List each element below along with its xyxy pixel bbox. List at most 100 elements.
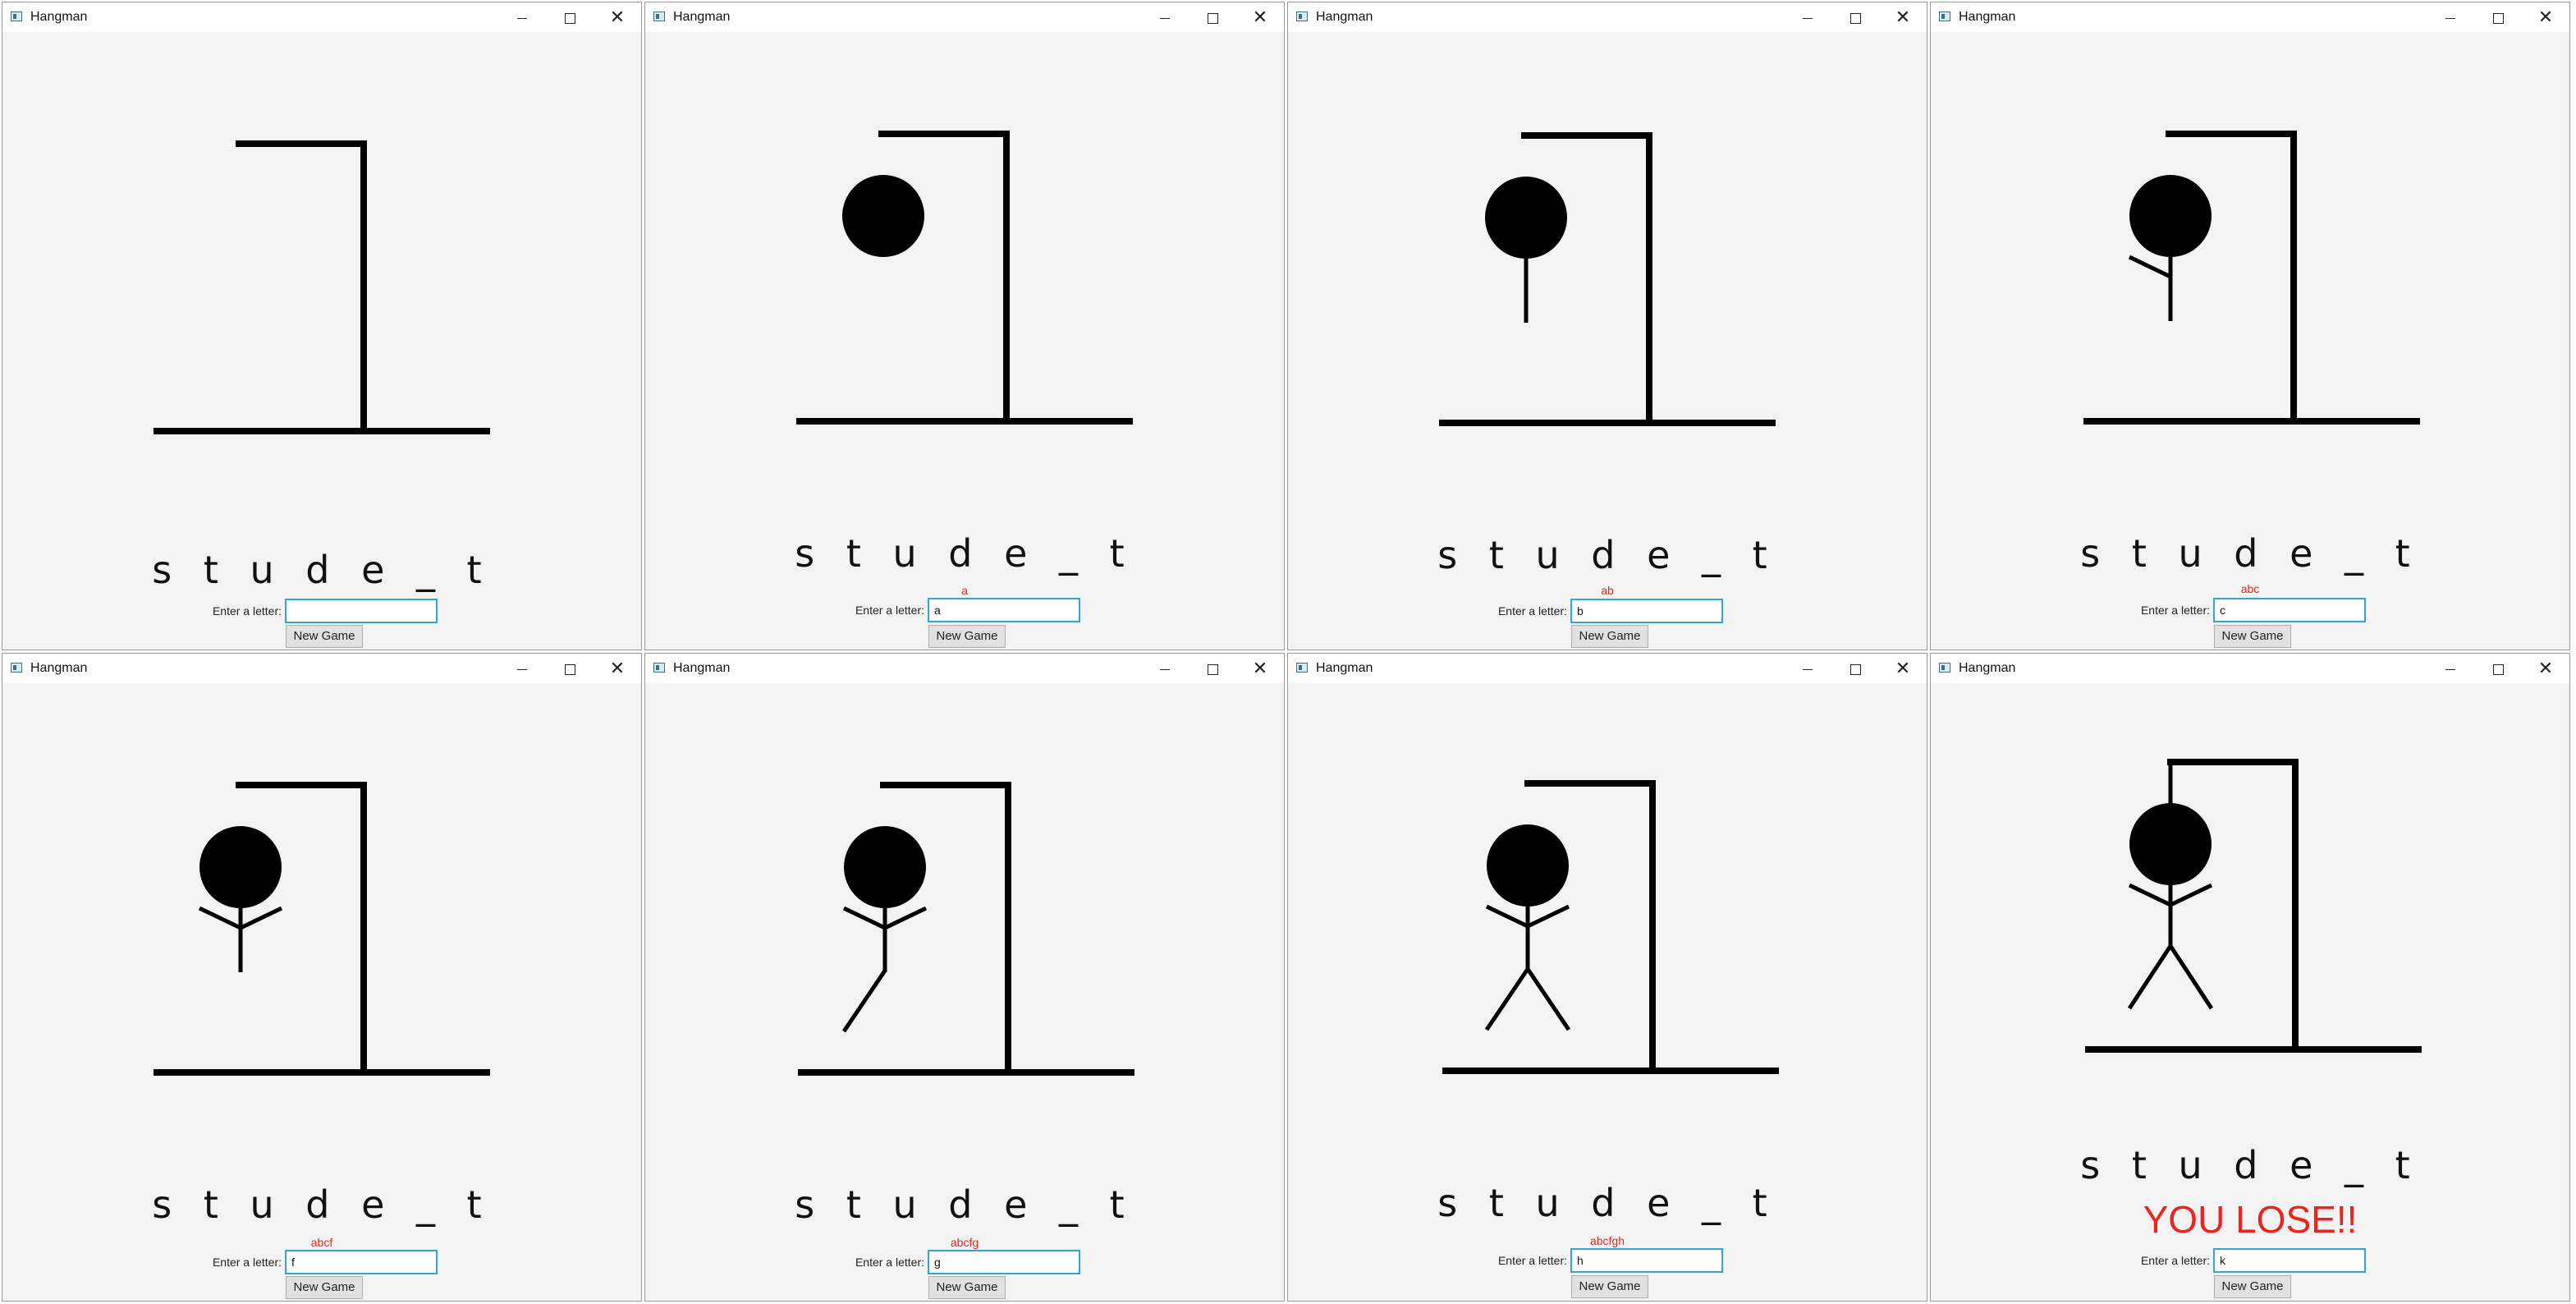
title-bar[interactable]: Hangman ✕ bbox=[2, 654, 641, 683]
window-title: Hangman bbox=[1316, 10, 1373, 24]
close-icon[interactable]: ✕ bbox=[1879, 654, 1927, 683]
title-bar[interactable]: Hangman ✕ bbox=[2, 2, 641, 32]
new-game-button[interactable]: New Game bbox=[928, 1276, 1006, 1299]
new-game-button[interactable]: New Game bbox=[286, 625, 363, 648]
new-game-button[interactable]: New Game bbox=[2214, 625, 2291, 648]
hangman-app-icon bbox=[11, 663, 22, 673]
new-game-button[interactable]: New Game bbox=[2214, 1275, 2291, 1298]
enter-letter-label: Enter a letter: bbox=[855, 1256, 924, 1269]
close-icon[interactable]: ✕ bbox=[594, 2, 641, 32]
maximize-icon[interactable] bbox=[546, 2, 594, 32]
hangman-head bbox=[199, 826, 282, 908]
close-icon[interactable]: ✕ bbox=[2522, 2, 2569, 32]
enter-letter-label: Enter a letter: bbox=[212, 1256, 282, 1269]
guessed-letters: a bbox=[961, 584, 968, 597]
letter-input[interactable] bbox=[928, 1250, 1080, 1274]
hangman-right-leg bbox=[2168, 944, 2214, 1010]
hangman-head bbox=[1485, 177, 1567, 259]
masked-word: s t u d e _ t bbox=[1437, 533, 1777, 577]
masked-word: s t u d e _ t bbox=[795, 1182, 1134, 1227]
hangman-window-4: Hangman ✕ s t u d e _ t abc Enter a lett… bbox=[1930, 2, 2570, 650]
letter-entry-row: Enter a letter: bbox=[645, 598, 1284, 624]
letter-input[interactable] bbox=[2213, 598, 2366, 622]
minimize-icon[interactable] bbox=[498, 2, 546, 32]
hangman-app-icon bbox=[1296, 663, 1308, 673]
hangman-window-6: Hangman ✕ s t u d e _ t abcfg Enter a le… bbox=[644, 653, 1285, 1302]
letter-entry-row: Enter a letter: bbox=[1288, 599, 1927, 625]
hangman-right-arm bbox=[2169, 883, 2213, 907]
close-icon[interactable]: ✕ bbox=[1879, 2, 1927, 32]
minimize-icon[interactable] bbox=[1141, 654, 1189, 683]
hangman-drawing bbox=[2085, 759, 2422, 1053]
close-icon[interactable]: ✕ bbox=[594, 654, 641, 683]
hangman-window-1: Hangman ✕ s t u d e _ t Enter a letter: … bbox=[2, 2, 642, 650]
minimize-icon[interactable] bbox=[498, 654, 546, 683]
minimize-icon[interactable] bbox=[1141, 2, 1189, 32]
window-title: Hangman bbox=[1959, 10, 2016, 24]
title-bar[interactable]: Hangman ✕ bbox=[1931, 2, 2569, 32]
letter-entry-row: Enter a letter: bbox=[1931, 1248, 2569, 1274]
letter-input[interactable] bbox=[285, 599, 438, 623]
hangman-right-arm bbox=[239, 906, 283, 930]
title-bar[interactable]: Hangman ✕ bbox=[1931, 654, 2569, 683]
letter-entry-row: Enter a letter: bbox=[2, 1250, 641, 1276]
hangman-left-leg bbox=[1484, 967, 1530, 1031]
hangman-drawing bbox=[2083, 131, 2420, 425]
guessed-letters: abcf bbox=[310, 1236, 333, 1249]
maximize-icon[interactable] bbox=[1189, 2, 1236, 32]
hangman-head bbox=[2129, 175, 2212, 257]
new-game-button[interactable]: New Game bbox=[928, 625, 1006, 648]
title-bar[interactable]: Hangman ✕ bbox=[645, 2, 1284, 32]
new-game-button[interactable]: New Game bbox=[1571, 625, 1648, 648]
hangman-app-icon bbox=[653, 11, 665, 21]
enter-letter-label: Enter a letter: bbox=[2140, 604, 2210, 617]
letter-entry-row: Enter a letter: bbox=[645, 1250, 1284, 1276]
maximize-icon[interactable] bbox=[1189, 654, 1236, 683]
hangman-drawing bbox=[154, 782, 490, 1076]
hangman-app-icon bbox=[1939, 663, 1950, 673]
title-bar[interactable]: Hangman ✕ bbox=[645, 654, 1284, 683]
maximize-icon[interactable] bbox=[1831, 654, 1879, 683]
hangman-window-3: Hangman ✕ s t u d e _ t ab Enter a lette… bbox=[1287, 2, 1927, 650]
minimize-icon[interactable] bbox=[2427, 654, 2474, 683]
maximize-icon[interactable] bbox=[1831, 2, 1879, 32]
title-bar[interactable]: Hangman ✕ bbox=[1288, 2, 1927, 32]
letter-entry-row: Enter a letter: bbox=[1288, 1248, 1927, 1274]
letter-input[interactable] bbox=[1570, 599, 1723, 623]
maximize-icon[interactable] bbox=[546, 654, 594, 683]
hangman-left-arm bbox=[2128, 883, 2172, 907]
close-icon[interactable]: ✕ bbox=[1236, 654, 1284, 683]
hangman-left-arm bbox=[842, 906, 887, 930]
hangman-left-leg bbox=[2127, 944, 2173, 1010]
new-game-button[interactable]: New Game bbox=[1571, 1275, 1648, 1298]
minimize-icon[interactable] bbox=[1784, 654, 1831, 683]
new-game-button[interactable]: New Game bbox=[286, 1276, 363, 1299]
hangman-right-leg bbox=[1525, 967, 1571, 1031]
hangman-drawing bbox=[1442, 780, 1779, 1074]
close-icon[interactable]: ✕ bbox=[2522, 654, 2569, 683]
masked-word: s t u d e _ t bbox=[795, 531, 1134, 576]
close-icon[interactable]: ✕ bbox=[1236, 2, 1284, 32]
letter-input[interactable] bbox=[2213, 1248, 2366, 1273]
hangman-left-arm bbox=[198, 906, 242, 930]
enter-letter-label: Enter a letter: bbox=[1497, 1254, 1567, 1267]
hangman-right-arm bbox=[1526, 904, 1570, 929]
enter-letter-label: Enter a letter: bbox=[855, 604, 924, 617]
hangman-left-arm bbox=[1485, 904, 1529, 929]
hangman-window-5: Hangman ✕ s t u d e _ t abcf Enter a let… bbox=[2, 653, 642, 1302]
letter-input[interactable] bbox=[285, 1250, 438, 1274]
guessed-letters: abcfg bbox=[950, 1236, 979, 1249]
title-bar[interactable]: Hangman ✕ bbox=[1288, 654, 1927, 683]
minimize-icon[interactable] bbox=[1784, 2, 1831, 32]
window-title: Hangman bbox=[1316, 661, 1373, 675]
hangman-left-arm bbox=[2128, 255, 2172, 279]
letter-input[interactable] bbox=[1570, 1248, 1723, 1273]
enter-letter-label: Enter a letter: bbox=[1497, 604, 1567, 618]
window-title: Hangman bbox=[673, 661, 731, 675]
maximize-icon[interactable] bbox=[2474, 654, 2522, 683]
letter-input[interactable] bbox=[928, 598, 1080, 622]
maximize-icon[interactable] bbox=[2474, 2, 2522, 32]
window-title: Hangman bbox=[30, 661, 88, 675]
minimize-icon[interactable] bbox=[2427, 2, 2474, 32]
hangman-drawing bbox=[796, 131, 1133, 425]
